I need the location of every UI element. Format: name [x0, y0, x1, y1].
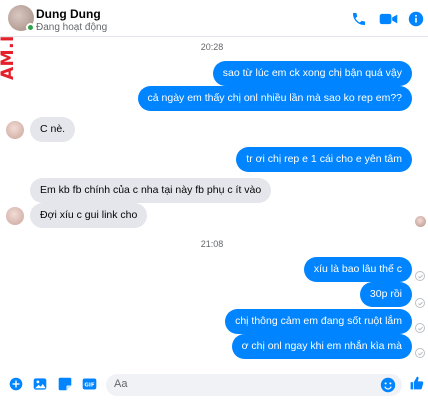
message-incoming[interactable]: Đợi xíu c gui link cho	[30, 203, 148, 228]
attach-image-button[interactable]	[32, 376, 48, 392]
more-actions-button[interactable]	[8, 376, 24, 392]
message-outgoing[interactable]: tr ơi chị rep e 1 cái cho e yên tâm	[236, 147, 412, 172]
emoji-smile-icon	[380, 377, 396, 393]
delivered-check-icon	[415, 271, 425, 281]
send-like-button[interactable]	[409, 375, 425, 391]
emoji-button[interactable]	[380, 377, 396, 393]
message-outgoing[interactable]: cả ngày em thấy chị onl nhiều lần mà sao…	[137, 86, 412, 111]
sender-avatar[interactable]	[6, 121, 24, 139]
conversation-info-button[interactable]	[405, 8, 427, 30]
message-outgoing[interactable]: ơ chị onl ngay khi em nhắn kìa mà	[231, 334, 412, 359]
video-camera-icon	[379, 13, 397, 25]
message-incoming[interactable]: Em kb fb chính của c nha tại này fb phụ …	[30, 178, 272, 203]
message-outgoing[interactable]: xíu là bao lâu thế c	[303, 257, 412, 282]
message-outgoing[interactable]: chị thông cảm em đang sốt ruột lắm	[225, 309, 412, 334]
message-input[interactable]	[114, 378, 374, 390]
timestamp: 21:08	[200, 239, 224, 249]
delivered-check-icon	[415, 298, 425, 308]
sticker-icon	[58, 377, 72, 391]
video-call-button[interactable]	[377, 8, 399, 30]
timestamp: 20:28	[200, 42, 224, 52]
contact-status: Đang hoạt động	[36, 22, 108, 33]
message-outgoing[interactable]: sao từ lúc em ck xong chị bận quá vậy	[212, 61, 412, 86]
online-indicator	[26, 23, 35, 32]
gif-button[interactable]: GIF	[81, 376, 97, 392]
delivered-check-icon	[415, 348, 425, 358]
contact-name[interactable]: Dung Dung	[36, 7, 101, 21]
sender-avatar[interactable]	[6, 207, 24, 225]
message-composer: GIF	[0, 366, 428, 403]
message-input-container[interactable]	[106, 374, 402, 396]
plus-circle-icon	[9, 377, 23, 391]
info-icon	[408, 11, 424, 27]
message-incoming[interactable]: C nè.	[30, 117, 76, 142]
image-icon	[33, 378, 47, 390]
chat-header: Dung Dung Đang hoạt động	[0, 0, 428, 37]
gif-icon: GIF	[82, 378, 96, 390]
seen-avatar-indicator	[415, 216, 426, 227]
message-outgoing[interactable]: 30p rồi	[359, 282, 412, 307]
thumbs-up-icon	[410, 376, 424, 390]
delivered-check-icon	[415, 323, 425, 333]
phone-icon	[353, 13, 365, 25]
phone-call-button[interactable]	[348, 8, 370, 30]
svg-text:GIF: GIF	[84, 382, 94, 388]
sticker-button[interactable]	[57, 376, 73, 392]
